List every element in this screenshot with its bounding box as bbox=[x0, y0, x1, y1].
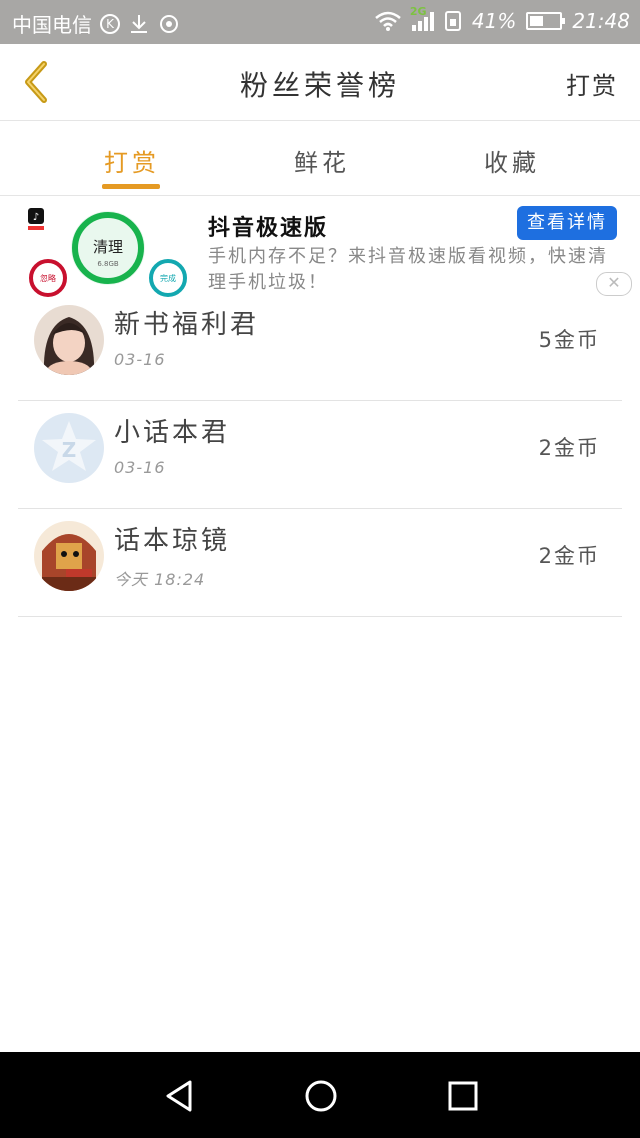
fan-date: 03-16 bbox=[114, 350, 166, 369]
download-icon bbox=[131, 14, 147, 33]
avatar: Z bbox=[34, 413, 104, 483]
fan-name: 小话本君 bbox=[114, 418, 231, 448]
status-bar: 中国电信 K 2G 41% 21:48 bbox=[0, 0, 640, 44]
signal-icon: 2G bbox=[410, 5, 434, 31]
fan-coins: 2金币 bbox=[538, 436, 600, 460]
tab-flowers[interactable]: 鲜花 bbox=[294, 143, 350, 178]
system-nav-bar bbox=[0, 1052, 640, 1138]
reward-button[interactable]: 打赏 bbox=[566, 66, 618, 101]
wifi-icon bbox=[375, 11, 401, 31]
network-tag: 2G bbox=[409, 5, 427, 18]
ad-description: 手机内存不足？来抖音极速版看视频，快速清理手机垃圾！ bbox=[208, 246, 608, 293]
ad-graphic-left-label: 忽略 bbox=[40, 273, 56, 283]
sim-icon bbox=[444, 11, 461, 31]
fan-coins: 5金币 bbox=[538, 328, 600, 352]
fan-date: 今天 18:24 bbox=[114, 570, 206, 589]
hotspot-icon bbox=[160, 14, 178, 33]
fan-name: 新书福利君 bbox=[114, 310, 260, 340]
ad-graphic-right-label: 完成 bbox=[160, 273, 176, 283]
square-recents-icon[interactable] bbox=[443, 1076, 483, 1116]
tab-reward[interactable]: 打赏 bbox=[104, 143, 160, 178]
ad-title: 抖音极速版 bbox=[208, 216, 329, 241]
avatar bbox=[34, 521, 104, 591]
ad-graphic-size-label: 6.8GB bbox=[97, 260, 119, 268]
app-header: 粉丝荣誉榜 打赏 bbox=[0, 44, 640, 121]
fan-date: 03-16 bbox=[114, 458, 166, 477]
fan-list-item[interactable]: Z 小话本君 03-16 2金币 bbox=[18, 400, 622, 509]
fan-list-item[interactable]: 话本琼镜 今天 18:24 2金币 bbox=[18, 508, 622, 617]
avatar bbox=[34, 305, 104, 375]
page-title: 粉丝荣誉榜 bbox=[239, 69, 400, 102]
clock: 21:48 bbox=[572, 9, 630, 33]
fan-coins: 2金币 bbox=[538, 544, 600, 568]
ad-graphic: ♪ 清理 6.8GB 忽略 完成 bbox=[28, 208, 187, 297]
ad-details-button[interactable]: 查看详情 bbox=[517, 206, 617, 240]
ad-banner[interactable]: ♪ 清理 6.8GB 忽略 完成 抖音极速版 手机内存不足？来抖音极速版看视频，… bbox=[0, 196, 640, 300]
triangle-back-icon[interactable] bbox=[160, 1076, 200, 1116]
active-tab-indicator bbox=[102, 184, 160, 189]
battery-percent: 41% bbox=[471, 9, 517, 33]
fan-list-item[interactable]: 新书福利君 03-16 5金币 bbox=[18, 292, 622, 401]
carrier-label: 中国电信 bbox=[12, 13, 92, 37]
svg-text:♪: ♪ bbox=[33, 212, 39, 223]
svg-text:Z: Z bbox=[62, 438, 77, 462]
circle-home-icon[interactable] bbox=[301, 1076, 341, 1116]
fan-name: 话本琼镜 bbox=[114, 526, 231, 556]
battery-icon bbox=[526, 12, 566, 30]
tab-favorites[interactable]: 收藏 bbox=[484, 143, 540, 178]
ad-graphic-main-label: 清理 bbox=[93, 238, 123, 256]
k-app-icon: K bbox=[100, 13, 120, 34]
tab-bar: 打赏 鲜花 收藏 bbox=[0, 121, 640, 196]
